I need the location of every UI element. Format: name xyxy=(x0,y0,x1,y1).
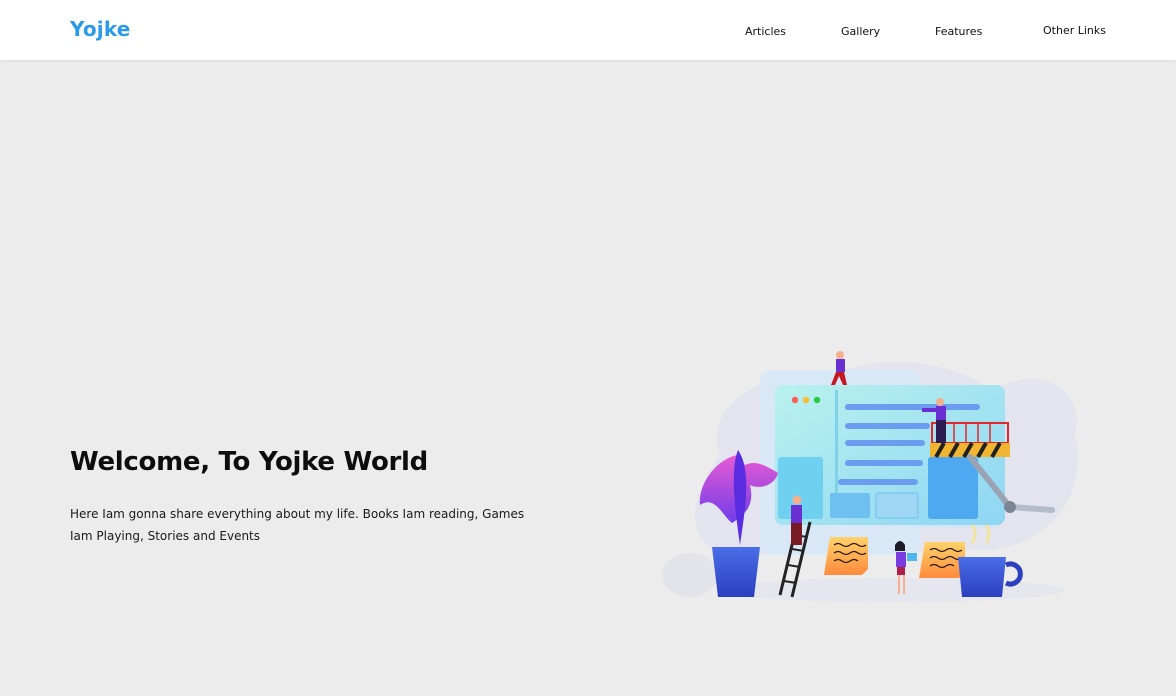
hero-description: Here Iam gonna share everything about my… xyxy=(70,507,525,543)
hero-illustration xyxy=(662,351,1078,602)
top-navbar: Yojke Articles Gallery Features Other Li… xyxy=(0,0,1176,60)
nav-link-articles[interactable]: Articles xyxy=(745,25,786,38)
window-dot-green xyxy=(813,396,821,404)
nav-link-gallery[interactable]: Gallery xyxy=(841,25,880,38)
sticky-note-left xyxy=(824,537,868,575)
brand-logo[interactable]: Yojke xyxy=(70,17,131,41)
nav-link-features[interactable]: Features xyxy=(935,25,982,38)
nav-link-other-links[interactable]: Other Links xyxy=(1043,24,1106,37)
sticky-note-right xyxy=(919,542,965,578)
window-dot-yellow xyxy=(802,396,810,404)
window-dot-red xyxy=(791,396,799,404)
hero-title: Welcome, To Yojke World xyxy=(70,447,428,477)
